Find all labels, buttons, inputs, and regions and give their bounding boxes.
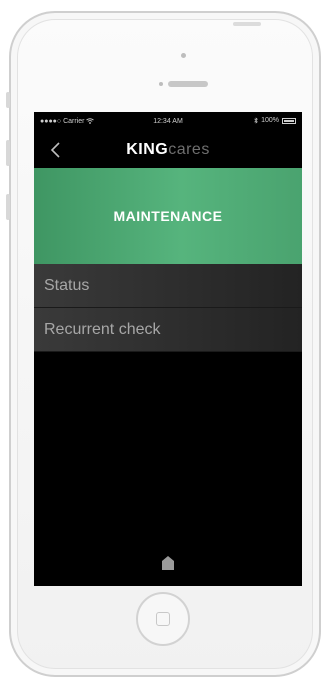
section-banner: MAINTENANCE	[34, 168, 302, 264]
earpiece-speaker	[168, 81, 208, 87]
proximity-sensor	[159, 82, 163, 86]
battery-percent: 100%	[261, 117, 279, 124]
battery-icon	[282, 117, 296, 124]
brand-logo: KINGcares	[34, 141, 302, 159]
home-button-square	[156, 612, 170, 626]
power-button	[233, 22, 261, 26]
mute-switch	[6, 92, 10, 108]
volume-down-button	[6, 194, 10, 220]
menu-item-recurrent-check[interactable]: Recurrent check	[34, 308, 302, 352]
battery-status: 100%	[254, 117, 296, 124]
menu-item-status[interactable]: Status	[34, 264, 302, 308]
camera	[181, 53, 186, 58]
app-screen: ●●●●○ Carrier 12:34 AM 100% KINGcares MA…	[34, 112, 302, 586]
nav-bar: KINGcares	[34, 132, 302, 168]
brand-cares: cares	[168, 141, 210, 158]
home-button[interactable]	[136, 592, 190, 646]
menu-item-label: Recurrent check	[44, 321, 161, 338]
bluetooth-icon	[254, 117, 258, 124]
home-icon[interactable]	[161, 555, 175, 571]
brand-king: KING	[126, 141, 169, 158]
menu-item-label: Status	[44, 277, 90, 294]
page-title: MAINTENANCE	[113, 208, 223, 224]
volume-up-button	[6, 140, 10, 166]
status-bar: ●●●●○ Carrier 12:34 AM 100%	[34, 112, 302, 132]
